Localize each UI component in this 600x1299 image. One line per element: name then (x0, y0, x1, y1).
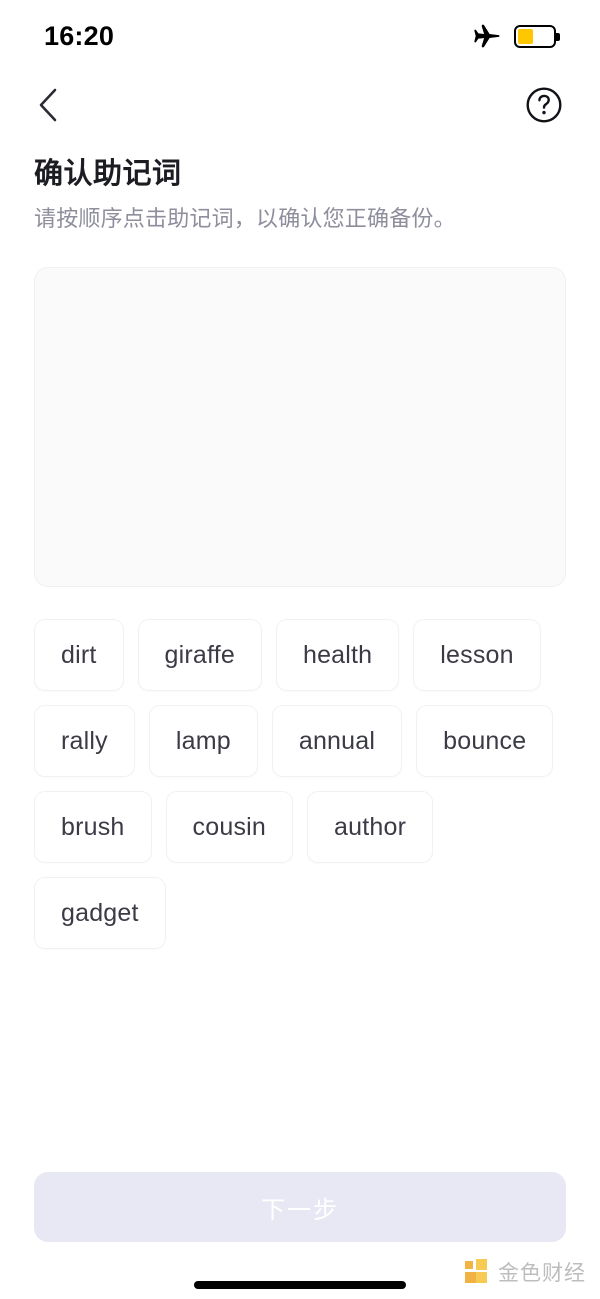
battery-cap (556, 32, 560, 41)
heading-section: 确认助记词 请按顺序点击助记词，以确认您正确备份。 (0, 138, 600, 235)
word-chip[interactable]: author (307, 791, 434, 864)
logo-square-a (465, 1261, 473, 1269)
chevron-left-icon (39, 88, 57, 122)
word-chip[interactable]: bounce (416, 705, 554, 778)
page-title: 确认助记词 (34, 158, 182, 190)
word-chip[interactable]: annual (271, 705, 403, 778)
word-chip[interactable]: gadget (34, 877, 166, 950)
home-indicator (194, 1281, 406, 1289)
word-chip[interactable]: rally (34, 705, 135, 778)
back-button[interactable] (26, 83, 70, 127)
watermark-text: 金色财经 (498, 1262, 586, 1285)
word-chip[interactable]: lesson (413, 619, 541, 692)
word-chip[interactable]: giraffe (137, 619, 262, 692)
jinse-finance-logo-icon (465, 1259, 491, 1285)
next-button[interactable]: 下一步 (34, 1172, 566, 1242)
word-chip[interactable]: dirt (34, 619, 124, 692)
question-circle-icon (526, 87, 562, 123)
word-chip[interactable]: cousin (165, 791, 294, 864)
logo-square-d (476, 1272, 487, 1283)
word-bank: dirt giraffe health lesson rally lamp annual bo… (34, 619, 566, 950)
battery-level-fill (518, 28, 533, 44)
logo-square-b (476, 1259, 487, 1270)
page-subtitle: 请按顺序点击助记词，以确认您正确备份。 (34, 206, 456, 232)
watermark: 金色财经 (465, 1257, 586, 1287)
status-time: 16:20 (44, 20, 115, 51)
battery-icon (514, 24, 560, 48)
help-button[interactable] (522, 83, 566, 127)
status-indicators (473, 24, 560, 49)
selected-words-panel[interactable] (34, 267, 566, 588)
word-chip[interactable]: lamp (148, 705, 258, 778)
word-chip[interactable]: brush (34, 791, 152, 864)
airplane-mode-icon (474, 24, 500, 47)
nav-bar (0, 72, 600, 138)
status-bar: 16:20 (0, 0, 600, 72)
word-chip[interactable]: health (275, 619, 400, 692)
